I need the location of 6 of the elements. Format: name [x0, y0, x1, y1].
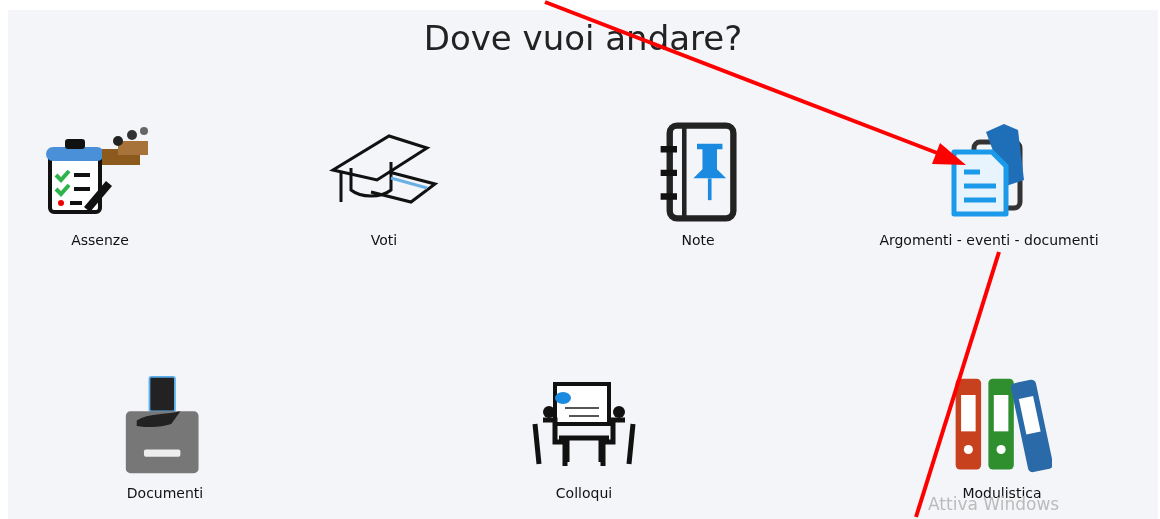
- menu-link[interactable]: Note: [681, 232, 715, 249]
- menu-link[interactable]: Assenze: [71, 232, 129, 249]
- menu-link[interactable]: Voti: [370, 232, 398, 249]
- menu-link[interactable]: Documenti: [126, 485, 204, 502]
- menu-link[interactable]: Colloqui: [555, 485, 613, 502]
- menu-link[interactable]: Argomenti - eventi - documenti: [879, 232, 1099, 249]
